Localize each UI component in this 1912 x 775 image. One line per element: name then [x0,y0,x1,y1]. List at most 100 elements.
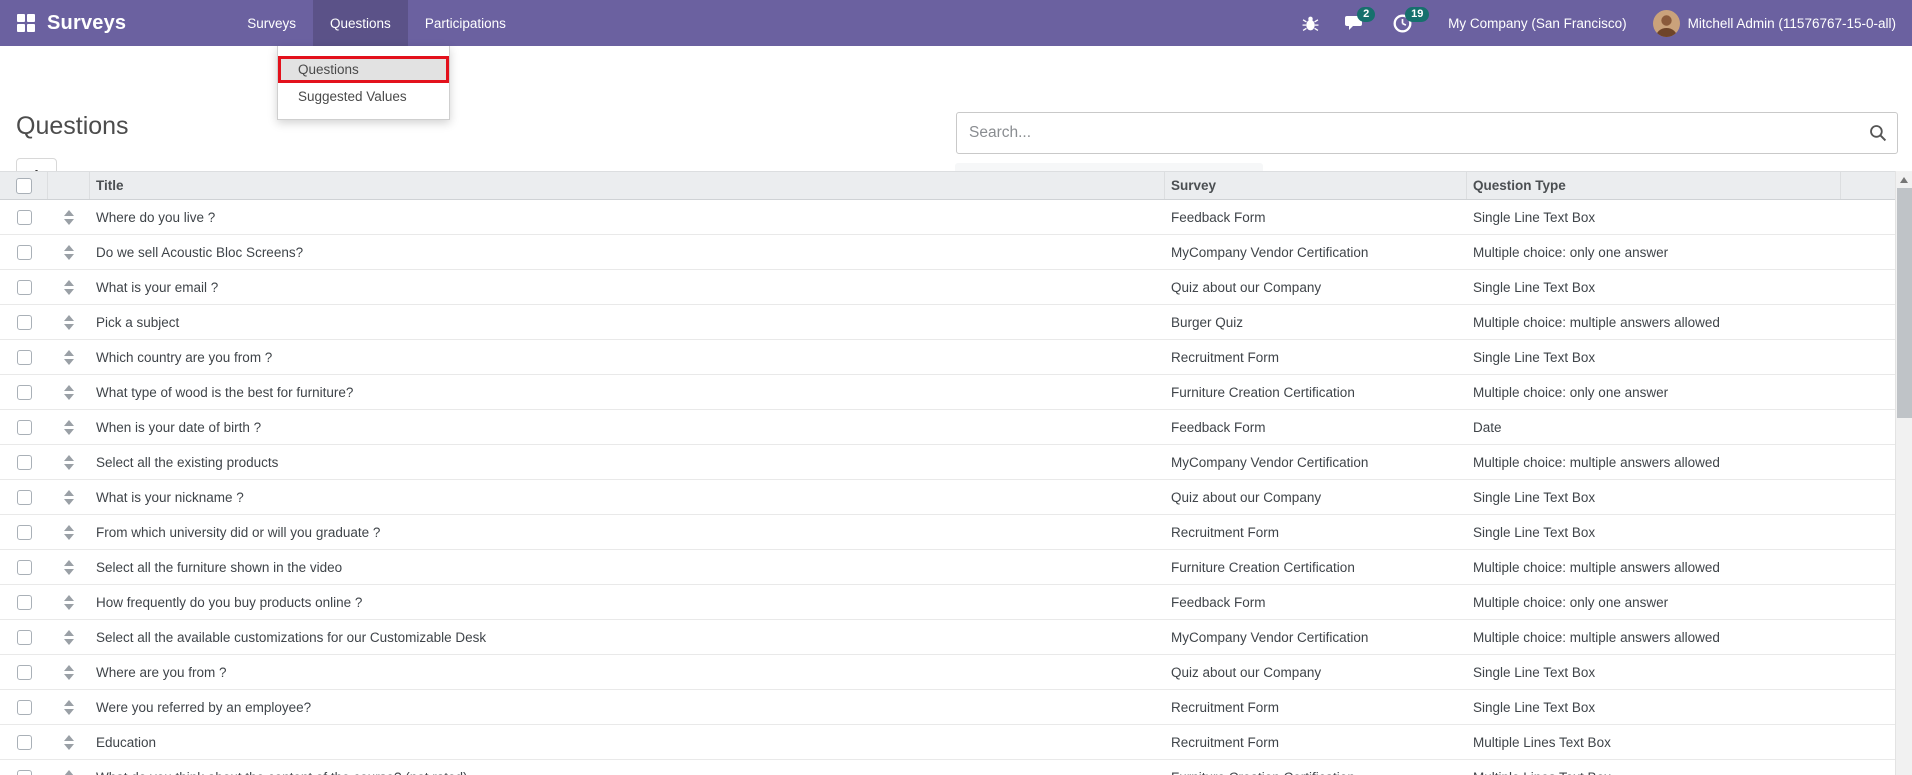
apps-menu-icon[interactable] [17,14,35,32]
table-row[interactable]: Were you referred by an employee? Recruit… [0,690,1895,725]
debug-bug-icon[interactable] [1302,15,1319,32]
row-checkbox-cell [0,515,48,549]
cell-title: Education [96,734,157,750]
row-checkbox[interactable] [16,384,32,400]
drag-handle-icon[interactable] [64,279,74,295]
cell-title: Which country are you from ? [96,349,273,365]
search-input[interactable] [956,112,1898,154]
nav-item-surveys[interactable]: Surveys [230,0,313,46]
table-row[interactable]: Education Recruitment Form Multiple Lines … [0,725,1895,760]
cell-title: Select all the existing products [96,454,279,470]
dropdown-item-suggested-values[interactable]: Suggested Values [278,83,449,110]
row-checkbox[interactable] [16,769,32,775]
row-drag-cell [48,550,90,584]
drag-handle-icon[interactable] [64,734,74,750]
table-row[interactable]: Select all the available customizations … [0,620,1895,655]
row-checkbox[interactable] [16,454,32,470]
scrollbar-up-arrow[interactable] [1900,177,1908,183]
nav-item-participations[interactable]: Participations [408,0,523,46]
cell-spacer [1841,760,1895,775]
table-row[interactable]: When is your date of birth ? Feedback For… [0,410,1895,445]
drag-handle-icon[interactable] [64,664,74,680]
cell-survey: Furniture Creation Certification [1171,384,1355,400]
scrollbar-thumb[interactable] [1897,188,1912,418]
table-row[interactable]: Select all the existing products MyCompan… [0,445,1895,480]
drag-handle-icon[interactable] [64,209,74,225]
row-checkbox[interactable] [16,419,32,435]
drag-handle-icon[interactable] [64,384,74,400]
drag-handle-icon[interactable] [64,559,74,575]
page-title: Questions [16,112,129,140]
dropdown-item-questions[interactable]: Questions [278,56,449,83]
search-icon[interactable] [1869,124,1887,147]
app-brand[interactable]: Surveys [47,12,126,35]
table-row[interactable]: What is your nickname ? Quiz about our Co… [0,480,1895,515]
select-all-checkbox-cell [0,172,48,199]
drag-handle-icon[interactable] [64,594,74,610]
activities-clock-icon[interactable]: 19 [1393,6,1430,33]
table-row[interactable]: From which university did or will you gr… [0,515,1895,550]
cell-survey: Burger Quiz [1171,314,1244,330]
table-row[interactable]: Which country are you from ? Recruitment … [0,340,1895,375]
vertical-scrollbar[interactable] [1895,171,1912,775]
row-checkbox[interactable] [16,629,32,645]
messages-icon[interactable]: 2 [1345,7,1376,32]
row-checkbox[interactable] [16,349,32,365]
navbar-right: 2 19 My Company (San Francisco) Mitchell… [1302,0,1896,46]
cell-question-type: Single Line Text Box [1473,524,1596,540]
column-header-question-type[interactable]: Question Type [1467,172,1841,199]
row-checkbox[interactable] [16,209,32,225]
drag-handle-icon[interactable] [64,629,74,645]
cell-spacer [1841,515,1895,549]
column-header-survey[interactable]: Survey [1165,172,1467,199]
table-row[interactable]: What type of wood is the best for furnit… [0,375,1895,410]
user-menu[interactable]: Mitchell Admin (11576767-15-0-all) [1652,9,1896,37]
row-checkbox[interactable] [16,734,32,750]
row-checkbox-cell [0,305,48,339]
company-switcher[interactable]: My Company (San Francisco) [1448,16,1627,31]
cell-spacer [1841,480,1895,514]
table-row[interactable]: How frequently do you buy products onlin… [0,585,1895,620]
cell-spacer [1841,725,1895,759]
drag-handle-icon[interactable] [64,524,74,540]
row-checkbox[interactable] [16,489,32,505]
cell-title: Where are you from ? [96,664,227,680]
drag-handle-icon[interactable] [64,419,74,435]
table-row[interactable]: What is your email ? Quiz about our Compa… [0,270,1895,305]
drag-handle-icon[interactable] [64,349,74,365]
drag-handle-icon[interactable] [64,489,74,505]
drag-handle-icon[interactable] [64,699,74,715]
table-row[interactable]: Where are you from ? Quiz about our Compa… [0,655,1895,690]
page: Surveys SurveysQuestionsParticipations [0,0,1912,775]
table-row[interactable]: Select all the furniture shown in the vi… [0,550,1895,585]
drag-handle-icon[interactable] [64,244,74,260]
row-checkbox[interactable] [16,244,32,260]
cell-survey: Quiz about our Company [1171,279,1322,295]
table-row[interactable]: Pick a subject Burger Quiz Multiple choice… [0,305,1895,340]
row-checkbox[interactable] [16,594,32,610]
row-checkbox[interactable] [16,279,32,295]
select-all-checkbox[interactable] [15,177,32,194]
cell-title: Where do you live ? [96,209,216,225]
table-row[interactable]: Where do you live ? Feedback Form Single L… [0,200,1895,235]
table-row[interactable]: What do you think about the content of t… [0,760,1895,775]
row-drag-cell [48,270,90,304]
table-row[interactable]: Do we sell Acoustic Bloc Screens? MyCompa… [0,235,1895,270]
row-drag-cell [48,305,90,339]
row-checkbox[interactable] [16,314,32,330]
column-header-title[interactable]: Title [90,172,1165,199]
cell-question-type: Single Line Text Box [1473,349,1596,365]
cell-question-type: Multiple choice: multiple answers allowe… [1473,559,1720,575]
row-checkbox[interactable] [16,664,32,680]
row-checkbox[interactable] [16,699,32,715]
drag-handle-icon[interactable] [64,454,74,470]
drag-handle-icon[interactable] [64,769,74,775]
row-checkbox-cell [0,760,48,775]
cell-title: What do you think about the content of t… [90,760,1165,775]
drag-handle-icon[interactable] [64,314,74,330]
row-checkbox[interactable] [16,524,32,540]
nav-item-questions[interactable]: Questions [313,0,408,46]
search-box [956,112,1898,154]
row-checkbox-cell [0,550,48,584]
row-checkbox[interactable] [16,559,32,575]
